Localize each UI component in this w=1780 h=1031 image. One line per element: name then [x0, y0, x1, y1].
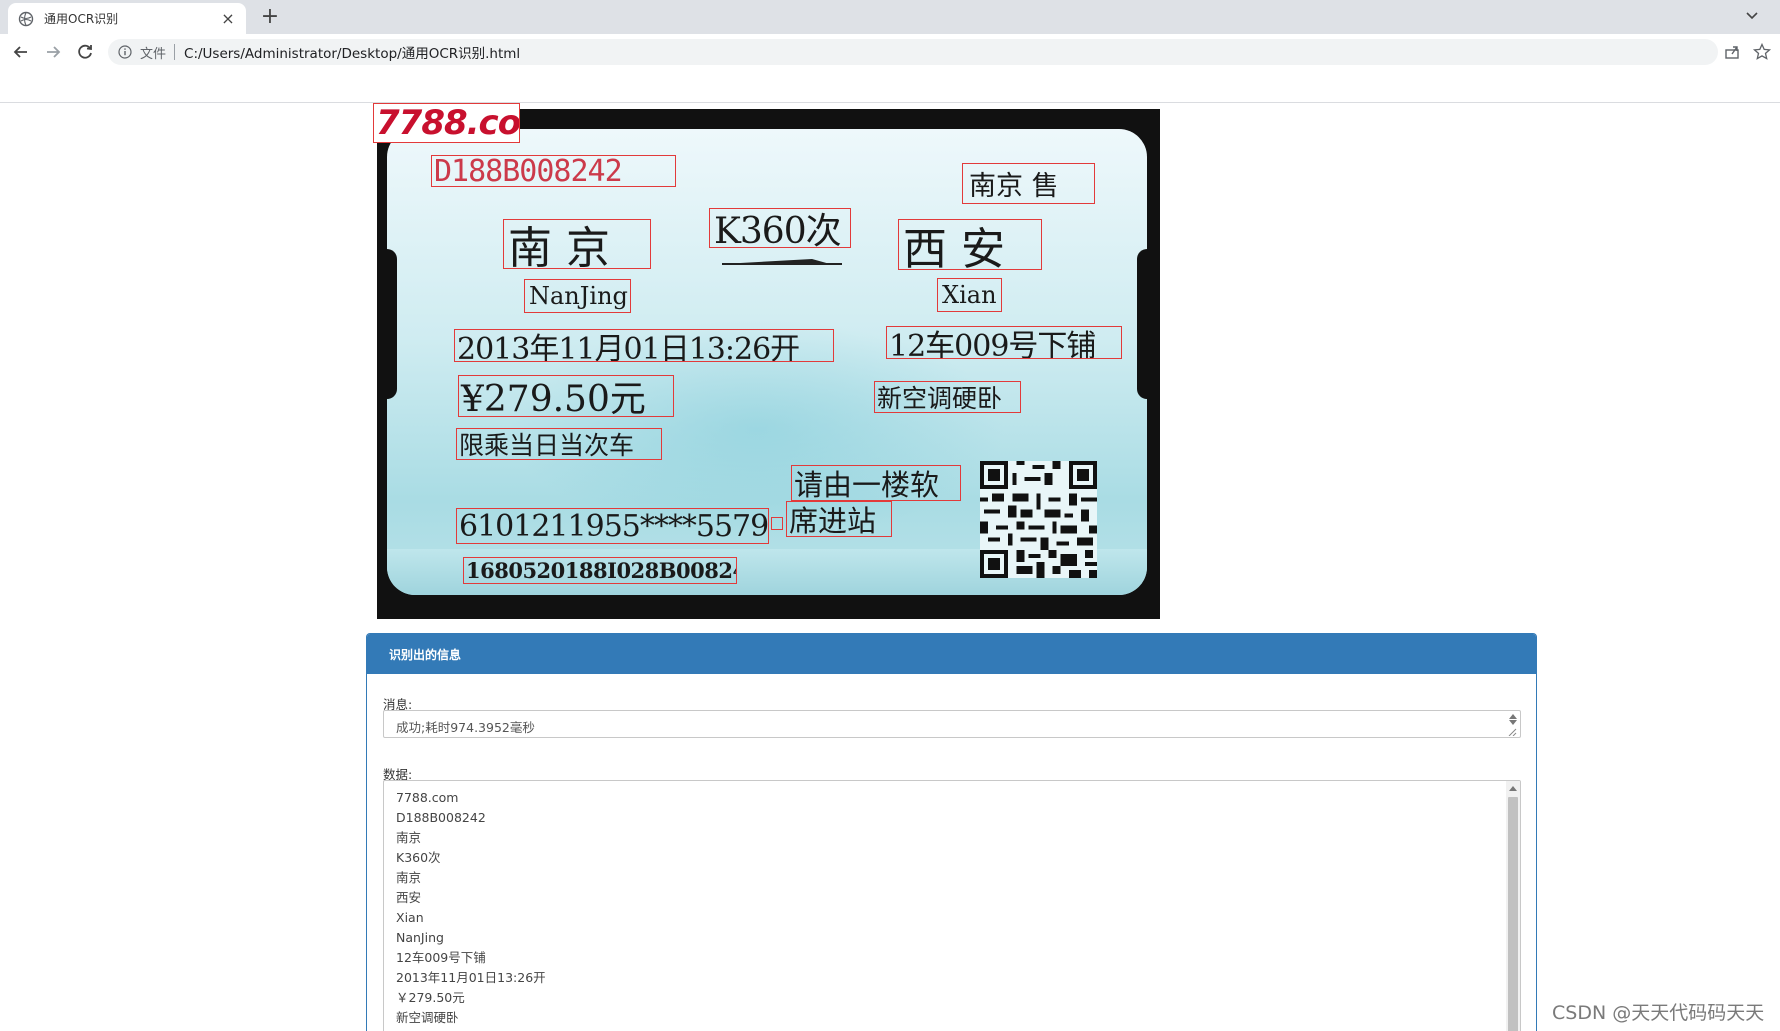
data-line: 2013年11月01日13:26开 — [396, 970, 546, 985]
chevron-down-icon[interactable] — [1742, 6, 1762, 26]
train-arrow — [720, 252, 846, 265]
ocr-box-notice-2: 席进站 — [786, 501, 892, 537]
ocr-box-class: 新空调硬卧 — [874, 381, 1021, 413]
data-line: Xian — [396, 910, 424, 925]
share-icon[interactable] — [1722, 42, 1742, 62]
message-scroll[interactable] — [1506, 711, 1520, 737]
browser-toolbar: 文件 C:/Users/Administrator/Desktop/通用OCR识… — [0, 34, 1780, 70]
data-line: K360次 — [396, 850, 441, 865]
ocr-box-price: ¥279.50元 — [458, 375, 674, 417]
scroll-up-icon[interactable] — [1509, 785, 1517, 791]
scroll-up-icon[interactable] — [1509, 713, 1517, 719]
data-line: NanJing — [396, 930, 444, 945]
scroll-down-icon[interactable] — [1509, 720, 1517, 726]
info-icon[interactable] — [118, 45, 132, 59]
close-tab-icon[interactable]: × — [220, 10, 236, 27]
scrollbar-thumb[interactable] — [1508, 797, 1518, 1031]
url-text[interactable]: C:/Users/Administrator/Desktop/通用OCR识别.h… — [184, 42, 520, 62]
message-value: 成功;耗时974.3952毫秒 — [396, 720, 535, 735]
ocr-box-fragment — [771, 517, 783, 530]
resize-handle-icon[interactable] — [1508, 728, 1517, 736]
data-line: 新空调硬卧 — [396, 1010, 459, 1025]
ocr-box-id-number: 6101211955****5579 — [456, 508, 769, 544]
data-line: 12车009号下铺 — [396, 950, 486, 965]
forward-arrow-icon[interactable] — [42, 41, 64, 63]
ticket-notch-right — [1137, 249, 1147, 399]
data-line: D188B008242 — [396, 810, 486, 825]
tab-strip: 通用OCR识别 × + — [0, 0, 1780, 34]
file-chip: 文件 — [140, 46, 167, 62]
tab-title: 通用OCR识别 — [44, 12, 119, 26]
ocr-box-from-pinyin: NanJing — [524, 279, 631, 313]
ticket-notch-left — [387, 249, 397, 399]
result-panel: 识别出的信息 消息: 成功;耗时974.3952毫秒 数据: 7788.com D… — [366, 633, 1537, 1031]
address-bar[interactable]: 文件 C:/Users/Administrator/Desktop/通用OCR识… — [108, 39, 1718, 65]
data-line: 西安 — [396, 890, 422, 905]
data-textarea[interactable]: 7788.com D188B008242 南京 K360次 南京 西安 Xian NanJin… — [383, 780, 1521, 1031]
ocr-box-to-pinyin: Xian — [937, 278, 1002, 312]
panel-heading: 识别出的信息 — [367, 634, 1536, 674]
qr-code-icon — [980, 461, 1097, 578]
ocr-box-barcode-number: 1680520188I028B008242 — [463, 557, 737, 584]
ocr-box-from: 南 京 — [503, 219, 651, 269]
globe-icon — [18, 11, 34, 26]
ocr-box-to: 西 安 — [898, 219, 1042, 270]
ocr-box-seat: 12车009号下铺 — [886, 326, 1122, 359]
ocr-box-notice-1: 请由一楼软 — [791, 465, 961, 501]
data-line: 南京 — [396, 870, 422, 885]
back-arrow-icon[interactable] — [10, 41, 32, 63]
ocr-box-sold-at: 南京 售 — [962, 163, 1095, 204]
data-line: 南京 — [396, 830, 422, 845]
data-line: ￥279.50元 — [396, 990, 465, 1005]
tab-ocr[interactable]: 通用OCR识别 × — [8, 3, 246, 34]
new-tab-button[interactable]: + — [258, 6, 282, 30]
data-line: 7788.com — [396, 790, 459, 805]
omnibox-divider — [174, 44, 176, 60]
csdn-watermark: CSDN @天天代码码天天 — [1552, 1002, 1765, 1024]
star-icon[interactable] — [1752, 42, 1772, 62]
ocr-box-watermark: 7788.com — [373, 103, 520, 143]
ocr-box-limit: 限乘当日当次车 — [456, 428, 662, 460]
ocr-box-train: K360次 — [709, 208, 851, 248]
data-scrollbar[interactable] — [1506, 781, 1520, 1031]
reload-icon[interactable] — [74, 41, 96, 63]
ocr-box-serial: D188B008242 — [431, 155, 676, 187]
message-textarea[interactable]: 成功;耗时974.3952毫秒 — [383, 710, 1521, 738]
ocr-box-datetime: 2013年11月01日13:26开 — [454, 329, 834, 362]
data-lines: 7788.com D188B008242 南京 K360次 南京 西安 Xian NanJin… — [396, 788, 1508, 1031]
